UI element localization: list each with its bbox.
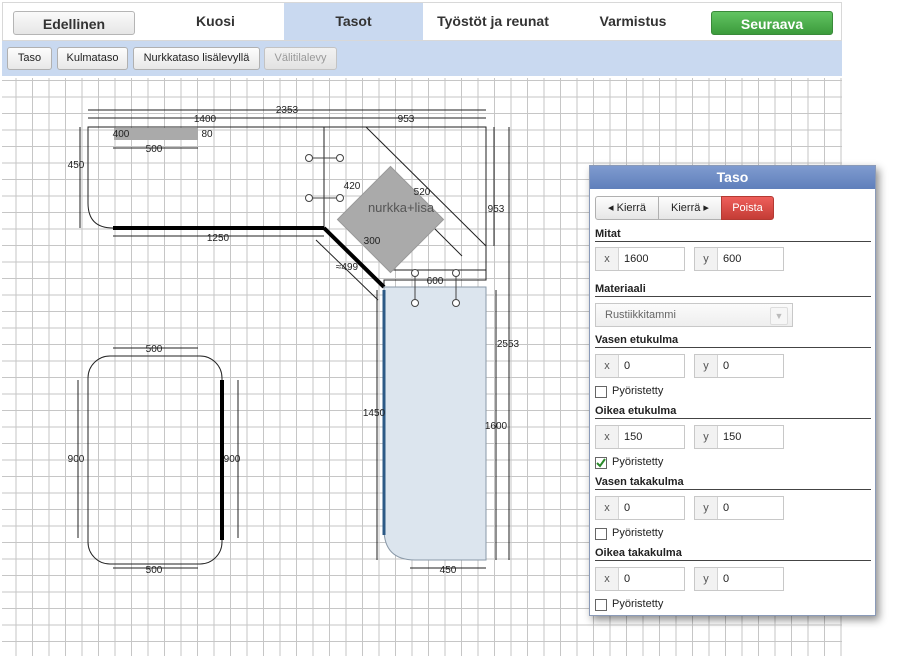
front-left-x-input[interactable]: x0 — [595, 354, 685, 378]
front-right-y-value: 150 — [723, 431, 742, 443]
front-right-rounded-label: Pyöristetty — [612, 456, 664, 468]
dimension-label: 500 — [146, 565, 163, 576]
checkmark-icon — [596, 458, 606, 468]
section-divider — [595, 489, 871, 490]
front-left-rounded-checkbox[interactable] — [595, 386, 607, 398]
front-right-rounded-checkbox[interactable] — [595, 457, 607, 469]
section-title-mitat: Mitat — [595, 228, 621, 240]
front-right-y-input[interactable]: y 150 — [694, 425, 784, 449]
dimension-label: 953 — [488, 204, 505, 215]
dimension-label: 1450 — [363, 408, 386, 419]
resize-handle[interactable] — [305, 194, 313, 202]
dimension-label: 520 — [414, 187, 431, 198]
dimension-label: 1250 — [207, 233, 230, 244]
depth-input[interactable]: y 600 — [694, 247, 784, 271]
front-right-x-value: 150 — [624, 431, 643, 443]
resize-handle[interactable] — [452, 299, 460, 307]
y-label: y — [695, 426, 718, 448]
x-label: x — [596, 568, 619, 590]
corner-insert-label: nurkka+lisa — [368, 200, 435, 215]
y-label: y — [695, 248, 718, 270]
section-divider — [595, 560, 871, 561]
y-label: y — [695, 568, 718, 590]
back-left-y-input[interactable]: y0 — [694, 496, 784, 520]
depth-value: 600 — [723, 253, 742, 265]
dimension-label: 500 — [146, 144, 163, 155]
section-divider — [595, 418, 871, 419]
dimension-label: 1400 — [194, 114, 217, 125]
back-right-x-input[interactable]: x0 — [595, 567, 685, 591]
resize-handle[interactable] — [305, 154, 313, 162]
section-divider — [595, 241, 871, 242]
chevron-down-icon[interactable]: ▼ — [770, 307, 788, 325]
rotate-left-button[interactable]: ◂ Kierrä — [595, 196, 659, 220]
x-label: x — [596, 248, 619, 270]
back-left-rounded-checkbox[interactable] — [595, 528, 607, 540]
back-left-y-value: 0 — [723, 502, 730, 514]
material-value: Rustiikkitammi — [605, 309, 676, 321]
y-label: y — [695, 355, 718, 377]
delete-button[interactable]: Poista — [721, 196, 774, 220]
material-select[interactable]: Rustiikkitammi ▼ — [595, 303, 793, 327]
dimension-label: ≈499 — [336, 262, 359, 273]
dimension-label: 400 — [113, 129, 130, 140]
worktop-properties-panel: Taso ◂ Kierrä Kierrä ▸ Poista Mitat x 160… — [589, 165, 876, 616]
panel-title[interactable]: Taso — [590, 166, 875, 189]
back-right-rounded-label: Pyöristetty — [612, 598, 664, 610]
back-right-rounded-checkbox[interactable] — [595, 599, 607, 611]
section-title-oikea-etukulma: Oikea etukulma — [595, 405, 677, 417]
dimension-label: 1600 — [485, 421, 508, 432]
dimension-label: 900 — [224, 454, 241, 465]
section-divider — [595, 347, 871, 348]
section-title-materiaali: Materiaali — [595, 283, 646, 295]
dimension-label: 450 — [68, 160, 85, 171]
back-right-y-value: 0 — [723, 573, 730, 585]
front-left-x-value: 0 — [624, 360, 631, 372]
dimension-label: 300 — [364, 236, 381, 247]
front-left-y-value: 0 — [723, 360, 730, 372]
dimension-label: 2353 — [276, 105, 299, 116]
dimension-label: 953 — [398, 114, 415, 125]
x-label: x — [596, 497, 619, 519]
dimension-label: 80 — [201, 129, 213, 140]
island-worktop[interactable] — [87, 355, 223, 565]
app-window: Edellinen Kuosi Tasot Työstöt ja reunat … — [0, 0, 924, 656]
resize-handle[interactable] — [411, 269, 419, 277]
dimension-label: 500 — [146, 344, 163, 355]
dimension-label: 2553 — [497, 339, 520, 350]
section-divider — [595, 296, 871, 297]
section-title-vasen-etukulma: Vasen etukulma — [595, 334, 679, 346]
resize-handle[interactable] — [411, 299, 419, 307]
dimension-label: 450 — [440, 565, 457, 576]
rotate-right-button[interactable]: Kierrä ▸ — [658, 196, 722, 220]
selected-worktop[interactable] — [383, 286, 487, 561]
back-left-rounded-label: Pyöristetty — [612, 527, 664, 539]
width-value: 1600 — [624, 253, 649, 265]
resize-handle[interactable] — [336, 194, 344, 202]
y-label: y — [695, 497, 718, 519]
back-right-y-input[interactable]: y0 — [694, 567, 784, 591]
width-input[interactable]: x 1600 — [595, 247, 685, 271]
section-title-oikea-takakulma: Oikea takakulma — [595, 547, 682, 559]
resize-handle[interactable] — [336, 154, 344, 162]
resize-handle[interactable] — [452, 269, 460, 277]
x-label: x — [596, 426, 619, 448]
back-right-x-value: 0 — [624, 573, 631, 585]
section-title-vasen-takakulma: Vasen takakulma — [595, 476, 684, 488]
dimension-label: 600 — [427, 276, 444, 287]
dimension-label: 900 — [68, 454, 85, 465]
x-label: x — [596, 355, 619, 377]
front-left-rounded-label: Pyöristetty — [612, 385, 664, 397]
back-left-x-value: 0 — [624, 502, 631, 514]
dimension-label: 420 — [344, 181, 361, 192]
back-left-x-input[interactable]: x0 — [595, 496, 685, 520]
front-left-y-input[interactable]: y0 — [694, 354, 784, 378]
front-right-x-input[interactable]: x 150 — [595, 425, 685, 449]
